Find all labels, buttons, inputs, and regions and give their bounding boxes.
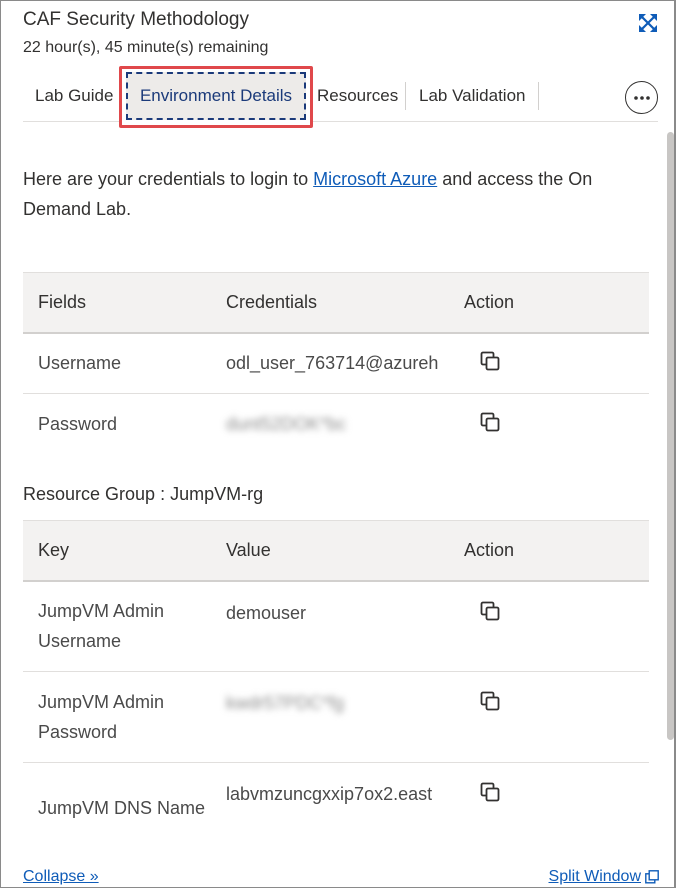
copy-icon[interactable] (479, 350, 501, 372)
value-cell: labvmzuncgxxip7ox2.east (211, 763, 449, 854)
panel-header: CAF Security Methodology 22 hour(s), 45 … (23, 8, 661, 58)
action-cell (449, 332, 649, 394)
admin-password-value: kwdr57PDC*fg (226, 693, 345, 713)
column-header: Action (449, 520, 649, 582)
key-cell: JumpVM DNS Name (38, 798, 206, 819)
credential-cell: dunt52DOK*bc (211, 394, 449, 455)
tab-bar: Lab Guide Environment Details Resources … (23, 66, 658, 128)
action-cell (449, 394, 649, 455)
table-row: Password dunt52DOK*bc (23, 394, 649, 455)
split-window-icon (645, 870, 659, 884)
expand-arrows-icon[interactable] (639, 14, 657, 32)
tab-divider (538, 82, 539, 110)
credential-cell: odl_user_763714@azureh (211, 332, 449, 394)
tab-environment-details[interactable]: Environment Details (126, 72, 306, 120)
ellipsis-icon (633, 95, 650, 100)
key-cell: JumpVM Admin Username (23, 580, 211, 672)
intro-text-start: Here are your credentials to login to (23, 169, 314, 189)
dns-name-value: labvmzuncgxxip7ox2.east (226, 784, 433, 804)
resource-group-title: Resource Group : JumpVM-rg (23, 484, 264, 504)
key-cell: JumpVM Admin Password (23, 671, 211, 763)
field-name: Password (38, 413, 118, 434)
lab-title: CAF Security Methodology (23, 9, 249, 30)
value-cell: demouser (211, 580, 449, 672)
field-name: Username (23, 332, 211, 394)
column-header: Key (23, 520, 211, 582)
action-cell (449, 580, 649, 672)
password-value: dunt52DOK*bc (226, 413, 347, 434)
intro-text: Here are your credentials to login to Mi… (23, 164, 643, 224)
tab-lab-guide[interactable]: Lab Guide (35, 78, 113, 114)
more-options-button[interactable] (625, 81, 658, 114)
column-header: Fields (23, 272, 211, 334)
credentials-table: Fields Credentials Action Username odl_u… (23, 272, 649, 455)
table-header-row: Fields Credentials Action (23, 272, 649, 334)
action-cell (449, 671, 649, 763)
copy-icon[interactable] (479, 690, 501, 712)
table-row: JumpVM Admin Password kwdr57PDC*fg (23, 671, 649, 763)
split-window-link[interactable]: Split Window (549, 868, 659, 886)
value-cell: kwdr57PDC*fg (211, 671, 449, 763)
time-remaining: 22 hour(s), 45 minute(s) remaining (23, 39, 269, 56)
table-row: JumpVM Admin Username demouser (23, 580, 649, 672)
microsoft-azure-link[interactable]: Microsoft Azure (313, 169, 437, 189)
split-window-label: Split Window (548, 868, 641, 885)
collapse-link[interactable]: Collapse » (23, 868, 99, 886)
tab-lab-validation[interactable]: Lab Validation (419, 78, 526, 114)
column-header: Action (449, 272, 649, 334)
copy-icon[interactable] (479, 411, 501, 433)
admin-username-value: demouser (226, 602, 307, 623)
resource-group-table: Key Value Action JumpVM Admin Username d… (23, 520, 649, 854)
table-header-row: Key Value Action (23, 520, 649, 582)
username-value: odl_user_763714@azureh (226, 352, 439, 373)
table-row: Username odl_user_763714@azureh (23, 332, 649, 394)
action-cell (449, 763, 649, 854)
column-header: Value (211, 520, 449, 582)
scrollbar-thumb[interactable] (667, 132, 674, 740)
panel-footer: Collapse » Split Window (23, 866, 659, 888)
copy-icon[interactable] (479, 781, 501, 803)
copy-icon[interactable] (479, 600, 501, 622)
highlight-box: Environment Details (119, 66, 313, 128)
table-row: JumpVM DNS Name labvmzuncgxxip7ox2.east (23, 763, 649, 854)
column-header: Credentials (211, 272, 449, 334)
tab-divider (405, 82, 406, 110)
tab-resources[interactable]: Resources (317, 78, 398, 114)
